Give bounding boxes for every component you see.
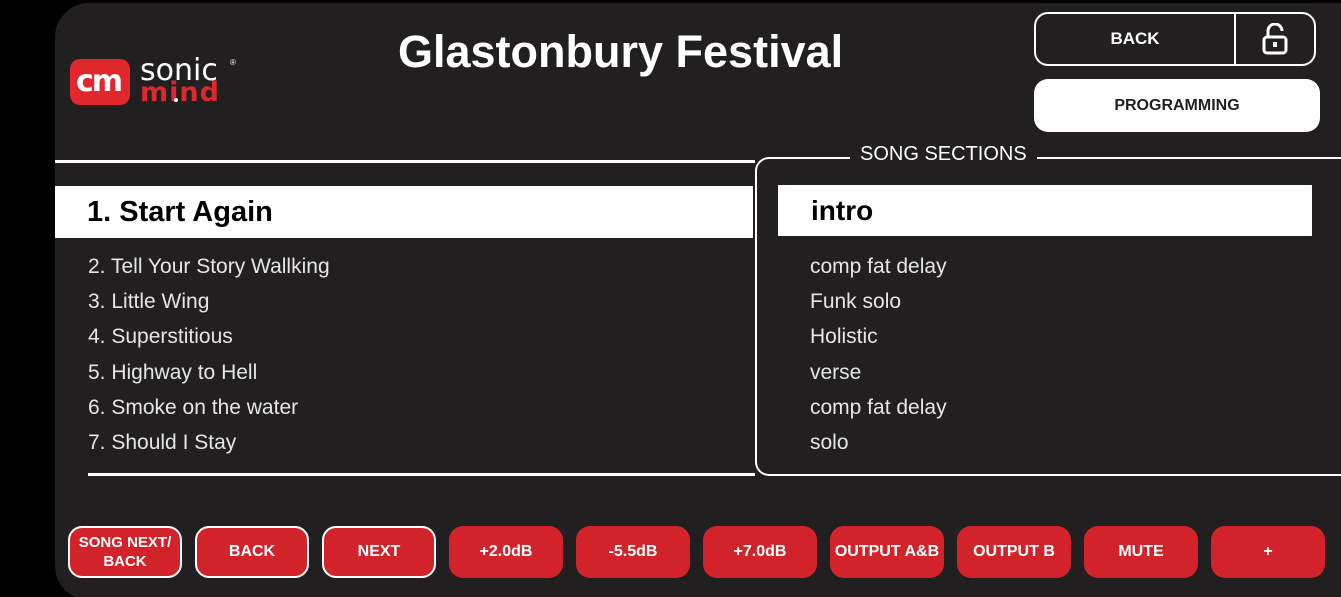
song-sections-heading: SONG SECTIONS xyxy=(850,143,1037,166)
logo-mark-text: cm xyxy=(76,64,123,99)
divider-top xyxy=(55,160,755,163)
top-button-group: BACK xyxy=(1034,12,1316,66)
logo-brand-bottom: mind xyxy=(140,77,220,108)
song-item[interactable]: 5. Highway to Hell xyxy=(88,359,330,394)
section-item[interactable]: verse xyxy=(810,359,947,394)
section-list: comp fat delay Funk solo Holistic verse … xyxy=(810,253,947,464)
add-button[interactable]: + xyxy=(1211,526,1325,578)
current-section[interactable]: intro xyxy=(778,185,1312,236)
logo-mark: cm xyxy=(70,59,130,105)
gain-plus-2-button[interactable]: +2.0dB xyxy=(449,526,563,578)
current-song[interactable]: 1. Start Again xyxy=(55,186,753,238)
sonic-mind-logo: cm sonic ® mind xyxy=(70,53,250,111)
song-item[interactable]: 4. Superstitious xyxy=(88,323,330,358)
section-item[interactable]: comp fat delay xyxy=(810,394,947,429)
mute-button[interactable]: MUTE xyxy=(1084,526,1198,578)
app-frame: cm sonic ® mind Glastonbury Festival BAC… xyxy=(0,0,1341,597)
next-button[interactable]: NEXT xyxy=(322,526,436,578)
song-item[interactable]: 7. Should I Stay xyxy=(88,429,330,464)
section-item[interactable]: solo xyxy=(810,429,947,464)
output-b-button[interactable]: OUTPUT B xyxy=(957,526,1071,578)
programming-button[interactable]: PROGRAMMING xyxy=(1034,79,1320,132)
page-title: Glastonbury Festival xyxy=(398,26,844,77)
song-list: 2. Tell Your Story Wallking 3. Little Wi… xyxy=(88,253,330,464)
gain-plus-7-button[interactable]: +7.0dB xyxy=(703,526,817,578)
gain-minus-5-5-button[interactable]: -5.5dB xyxy=(576,526,690,578)
back-button-top[interactable]: BACK xyxy=(1036,14,1236,64)
section-item[interactable]: comp fat delay xyxy=(810,253,947,288)
output-ab-button[interactable]: OUTPUT A&B xyxy=(830,526,944,578)
logo-dot xyxy=(174,98,178,102)
song-item[interactable]: 3. Little Wing xyxy=(88,288,330,323)
section-item[interactable]: Funk solo xyxy=(810,288,947,323)
unlocked-padlock-icon[interactable] xyxy=(1236,14,1314,64)
logo-registered-mark: ® xyxy=(230,58,236,67)
bottom-button-bar: SONG NEXT/ BACK BACK NEXT +2.0dB -5.5dB … xyxy=(68,526,1328,578)
song-item[interactable]: 2. Tell Your Story Wallking xyxy=(88,253,330,288)
section-item[interactable]: Holistic xyxy=(810,323,947,358)
divider-bottom xyxy=(88,473,755,476)
song-next-back-button[interactable]: SONG NEXT/ BACK xyxy=(68,526,182,578)
back-button[interactable]: BACK xyxy=(195,526,309,578)
song-item[interactable]: 6. Smoke on the water xyxy=(88,394,330,429)
